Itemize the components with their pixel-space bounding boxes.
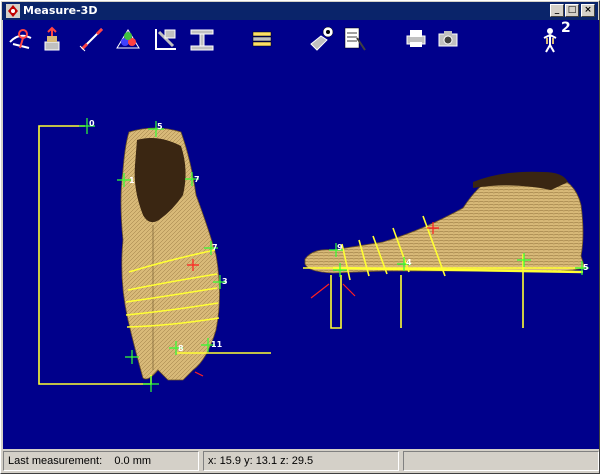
3d-viewport[interactable]: 2 0 5 1 7 7 3 11 8 9 4 5	[3, 20, 599, 449]
status-bar: Last measurement: 0.0 mm x: 15.9 y: 13.1…	[3, 451, 599, 471]
window-title: Measure-3D	[23, 4, 98, 17]
status-last-measurement: Last measurement: 0.0 mm	[3, 451, 199, 471]
landmark-label-5b: 5	[583, 263, 589, 272]
app-icon	[6, 4, 20, 18]
3d-scene[interactable]	[3, 20, 599, 449]
status-extra	[403, 451, 599, 471]
close-icon: ×	[584, 5, 592, 15]
landmark-label-0: 0	[89, 119, 95, 128]
maximize-icon: □	[567, 5, 577, 15]
foot-top-view	[120, 127, 220, 381]
landmark-label-8: 8	[178, 344, 184, 353]
landmark-label-5: 5	[157, 122, 163, 131]
measure-3d-window: Measure-3D _ □ × 2 0 5 1 7 7 3 11 8 9 4 …	[0, 0, 600, 474]
landmark-label-7a: 7	[194, 175, 200, 184]
landmark-label-3: 3	[222, 277, 228, 286]
landmark-label-4: 4	[406, 258, 412, 267]
landmark-label-7b: 7	[212, 243, 218, 252]
close-button[interactable]: ×	[581, 4, 595, 17]
minimize-button[interactable]: _	[550, 4, 564, 17]
status-coordinates: x: 15.9 y: 13.1 z: 29.5	[203, 451, 399, 471]
title-bar[interactable]: Measure-3D _ □ ×	[2, 2, 598, 20]
foot-side-view	[304, 171, 586, 274]
maximize-button[interactable]: □	[565, 4, 579, 17]
minimize-icon: _	[554, 5, 560, 15]
landmark-label-11: 11	[211, 340, 223, 349]
landmark-label-1: 1	[129, 176, 135, 185]
landmark-label-9: 9	[337, 243, 343, 252]
